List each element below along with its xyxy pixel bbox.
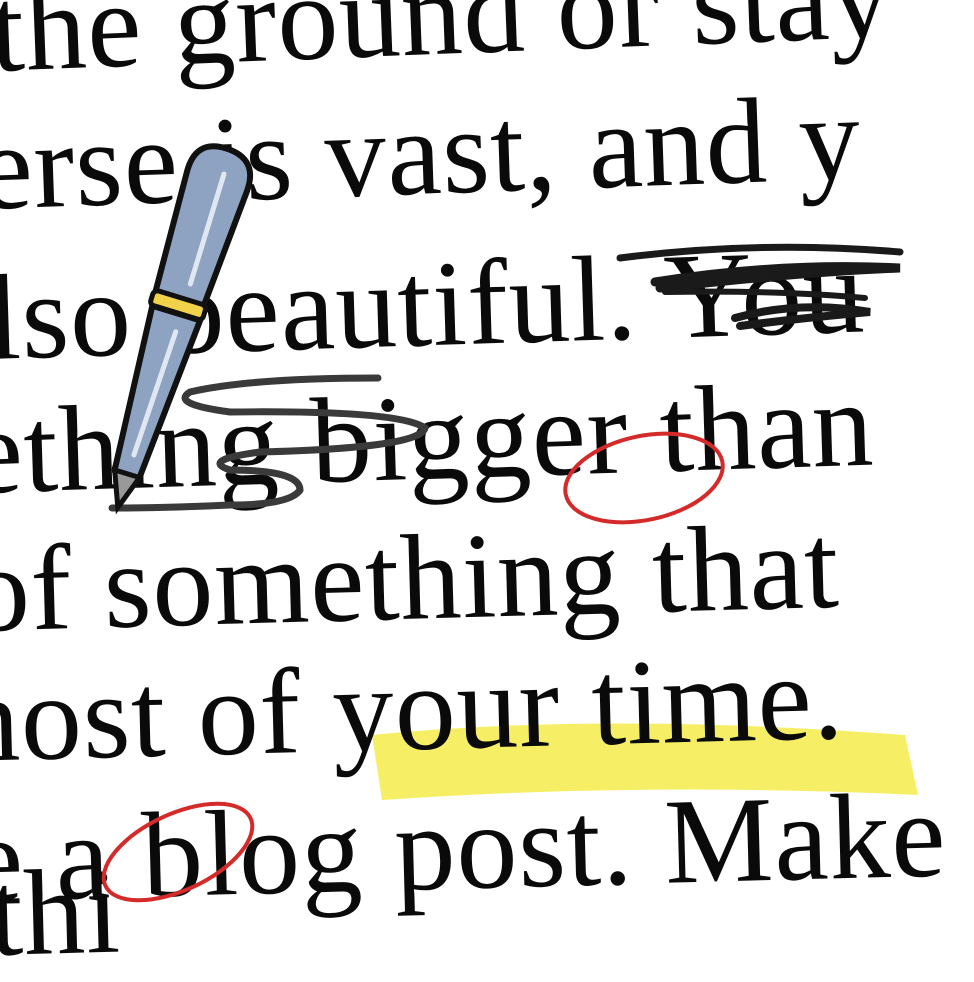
scribble-underline xyxy=(616,243,904,330)
red-circle-er xyxy=(563,431,725,525)
annotation-layer xyxy=(101,143,904,903)
red-circle-bl xyxy=(101,801,255,903)
annotated-text-illustration: the ground or stay erse is vast, and y l… xyxy=(0,0,974,982)
